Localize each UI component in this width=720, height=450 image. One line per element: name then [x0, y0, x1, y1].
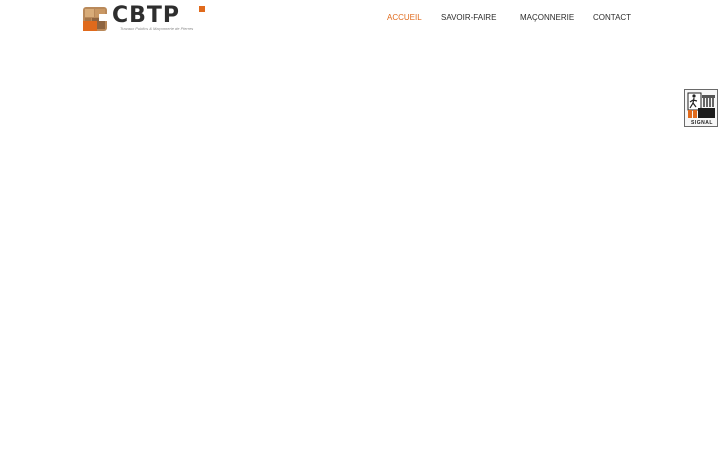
nav-item-savoir-faire[interactable]: SAVOIR-FAIRE	[441, 13, 496, 23]
page: CBTP Travaux Publics & Maçonnerie de Pie…	[0, 0, 720, 450]
logo-accent-icon	[199, 6, 205, 12]
nav-item-accueil[interactable]: ACCUEIL	[387, 13, 422, 23]
nav-item-contact[interactable]: CONTACT	[593, 13, 631, 23]
signal-label: SIGNAL	[691, 120, 713, 126]
signal-badge[interactable]: SIGNAL	[684, 89, 718, 127]
logo-tagline: Travaux Publics & Maçonnerie de Pierres	[120, 26, 194, 31]
site-logo[interactable]: CBTP Travaux Publics & Maçonnerie de Pie…	[81, 4, 207, 33]
logo-brand-text: CBTP	[112, 3, 181, 28]
nav-item-maconnerie[interactable]: MAÇONNERIE	[520, 13, 574, 23]
site-header: CBTP Travaux Publics & Maçonnerie de Pie…	[0, 0, 720, 36]
signal-pictogram-icon	[687, 92, 715, 118]
logo-mark-icon	[83, 7, 107, 31]
